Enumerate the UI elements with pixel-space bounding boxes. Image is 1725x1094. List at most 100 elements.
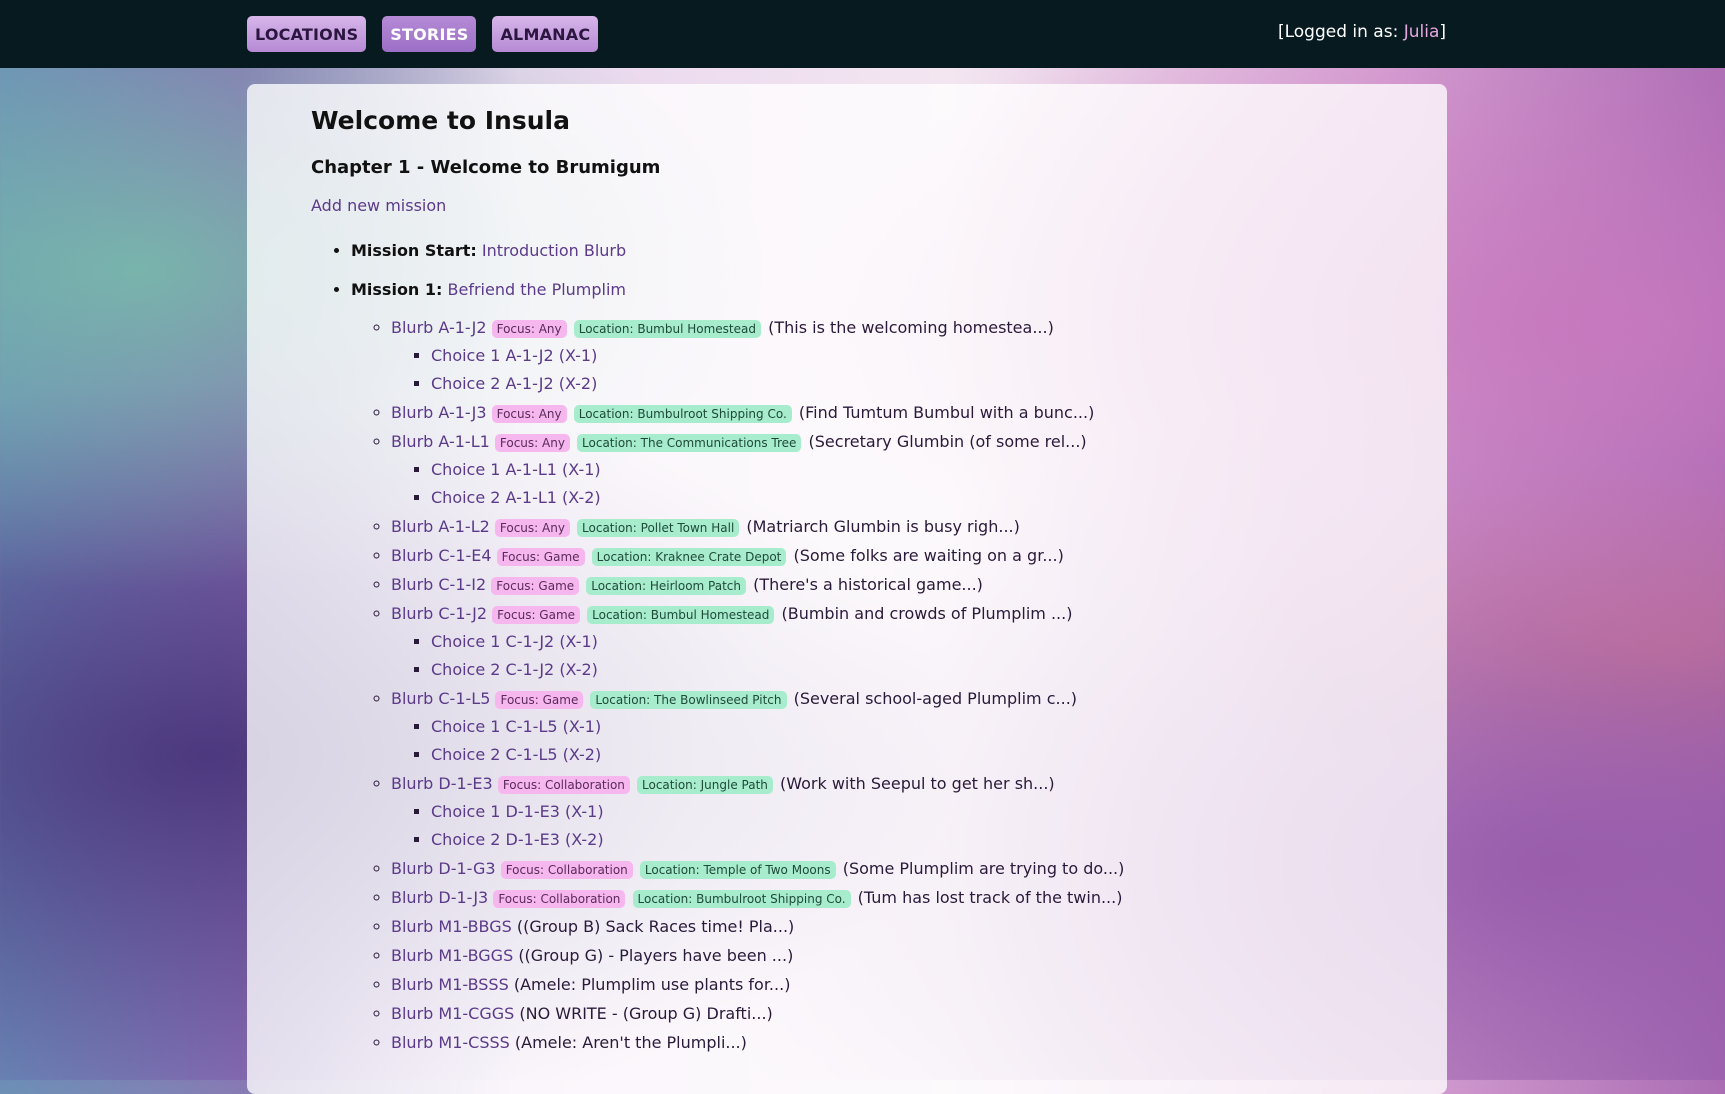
choice-list: Choice 1 D-1-E3 (X-1) Choice 2 D-1-E3 (X-… [391, 798, 1411, 854]
blurb-link[interactable]: Blurb D-1-G3 [391, 859, 496, 878]
choice-link[interactable]: Choice 2 C-1-J2 (X-2) [431, 660, 598, 679]
focus-tag: Focus: Game [491, 576, 580, 595]
choice-link[interactable]: Choice 2 A-1-J2 (X-2) [431, 374, 597, 393]
mission-label: Mission 1: [351, 280, 443, 299]
location-tag: Location: Bumbulroot Shipping Co. [632, 889, 851, 908]
blurb-item: Blurb M1-BBGS ((Group B) Sack Races time… [391, 912, 1411, 941]
blurb-link[interactable]: Blurb A-1-L2 [391, 517, 490, 536]
blurb-link[interactable]: Blurb C-1-L5 [391, 689, 490, 708]
choice-link[interactable]: Choice 2 D-1-E3 (X-2) [431, 830, 604, 849]
focus-tag: Focus: Any [491, 404, 567, 423]
location-tag: Location: Jungle Path [637, 775, 773, 794]
mission-link[interactable]: Introduction Blurb [482, 241, 626, 260]
blurb-item: Blurb M1-BGGS ((Group G) - Players have … [391, 941, 1411, 970]
blurb-summary: (Amele: Aren't the Plumpli...) [514, 1033, 747, 1052]
add-new-mission-link[interactable]: Add new mission [311, 196, 446, 215]
blurb-link[interactable]: Blurb M1-CSSS [391, 1033, 510, 1052]
blurb-link[interactable]: Blurb C-1-I2 [391, 575, 486, 594]
focus-tag: Focus: Collaboration [497, 775, 630, 794]
blurb-link[interactable]: Blurb D-1-J3 [391, 888, 488, 907]
focus-tag: Focus: Any [491, 319, 567, 338]
blurb-item: Blurb M1-BSSS (Amele: Plumplim use plant… [391, 970, 1411, 999]
blurb-summary: (Some Plumplim are trying to do...) [842, 859, 1125, 878]
blurb-summary: (Some folks are waiting on a gr...) [793, 546, 1064, 565]
choice-item: Choice 2 D-1-E3 (X-2) [431, 826, 1411, 854]
blurb-item: Blurb M1-CSSS (Amele: Aren't the Plumpli… [391, 1028, 1411, 1057]
blurb-summary: (Secretary Glumbin (of some rel...) [808, 432, 1087, 451]
blurb-summary: (Several school-aged Plumplim c...) [793, 689, 1078, 708]
blurb-link[interactable]: Blurb M1-BGGS [391, 946, 513, 965]
focus-tag: Focus: Any [494, 433, 570, 452]
blurb-item: Blurb A-1-J3 Focus: Any Location: Bumbul… [391, 398, 1411, 427]
blurb-item: Blurb D-1-G3 Focus: Collaboration Locati… [391, 854, 1411, 883]
location-tag: Location: Bumbul Homestead [573, 319, 761, 338]
choice-list: Choice 1 A-1-J2 (X-1) Choice 2 A-1-J2 (X-… [391, 342, 1411, 398]
nav-stories-button[interactable]: STORIES [382, 16, 477, 52]
choice-item: Choice 2 C-1-J2 (X-2) [431, 656, 1411, 684]
choice-list: Choice 1 C-1-L5 (X-1) Choice 2 C-1-L5 (X-… [391, 713, 1411, 769]
blurb-link[interactable]: Blurb A-1-L1 [391, 432, 490, 451]
content-panel: Welcome to Insula Chapter 1 - Welcome to… [247, 84, 1447, 1094]
location-tag: Location: Kraknee Crate Depot [591, 547, 787, 566]
login-prefix: [Logged in as: [1277, 22, 1404, 42]
choice-link[interactable]: Choice 2 C-1-L5 (X-2) [431, 745, 601, 764]
choice-item: Choice 1 A-1-J2 (X-1) [431, 342, 1411, 370]
choice-list: Choice 1 A-1-L1 (X-1) Choice 2 A-1-L1 (X-… [391, 456, 1411, 512]
blurb-summary: (Bumbin and crowds of Plumplim ...) [781, 604, 1073, 623]
login-user-link[interactable]: Julia [1404, 22, 1440, 42]
blurb-summary: (Find Tumtum Bumbul with a bunc...) [798, 403, 1095, 422]
blurb-summary: (NO WRITE - (Group G) Drafti...) [519, 1004, 773, 1023]
location-tag: Location: Temple of Two Moons [639, 860, 836, 879]
blurb-item: Blurb A-1-L2 Focus: Any Location: Pollet… [391, 512, 1411, 541]
location-tag: Location: Heirloom Patch [586, 576, 746, 595]
blurb-summary: (Tum has lost track of the twin...) [857, 888, 1123, 907]
blurb-link[interactable]: Blurb C-1-E4 [391, 546, 492, 565]
mission-link[interactable]: Befriend the Plumplim [448, 280, 627, 299]
blurb-item: Blurb A-1-J2 Focus: Any Location: Bumbul… [391, 313, 1411, 398]
blurb-summary: (There's a historical game...) [753, 575, 983, 594]
choice-item: Choice 2 A-1-J2 (X-2) [431, 370, 1411, 398]
blurb-link[interactable]: Blurb D-1-E3 [391, 774, 493, 793]
blurb-item: Blurb C-1-I2 Focus: Game Location: Heirl… [391, 570, 1411, 599]
top-navigation-bar: LOCATIONS STORIES ALMANAC [Logged in as:… [0, 0, 1725, 68]
focus-tag: Focus: Game [492, 605, 581, 624]
nav-locations-button[interactable]: LOCATIONS [247, 16, 367, 52]
blurb-summary: ((Group B) Sack Races time! Pla...) [516, 917, 795, 936]
blurb-item: Blurb M1-CGGS (NO WRITE - (Group G) Draf… [391, 999, 1411, 1028]
login-suffix: ] [1439, 22, 1446, 42]
blurb-list: Blurb A-1-J2 Focus: Any Location: Bumbul… [351, 313, 1411, 1057]
mission-list: Mission Start: Introduction Blurb Missio… [311, 241, 1411, 1057]
choice-item: Choice 1 C-1-L5 (X-1) [431, 713, 1411, 741]
blurb-summary: ((Group G) - Players have been ...) [518, 946, 794, 965]
content-area: Welcome to Insula Chapter 1 - Welcome to… [311, 106, 1411, 1057]
choice-item: Choice 1 C-1-J2 (X-1) [431, 628, 1411, 656]
blurb-item: Blurb D-1-J3 Focus: Collaboration Locati… [391, 883, 1411, 912]
choice-link[interactable]: Choice 1 A-1-J2 (X-1) [431, 346, 597, 365]
blurb-link[interactable]: Blurb A-1-J2 [391, 318, 487, 337]
mission-item: Mission Start: Introduction Blurb [351, 241, 1411, 260]
blurb-summary: (Work with Seepul to get her sh...) [779, 774, 1055, 793]
blurb-link[interactable]: Blurb M1-BBGS [391, 917, 512, 936]
location-tag: Location: The Communications Tree [577, 433, 802, 452]
choice-list: Choice 1 C-1-J2 (X-1) Choice 2 C-1-J2 (X-… [391, 628, 1411, 684]
choice-link[interactable]: Choice 2 A-1-L1 (X-2) [431, 488, 601, 507]
nav-almanac-button[interactable]: ALMANAC [492, 16, 599, 52]
choice-item: Choice 1 A-1-L1 (X-1) [431, 456, 1411, 484]
location-tag: Location: Pollet Town Hall [577, 518, 740, 537]
mission-label: Mission Start: [351, 241, 477, 260]
focus-tag: Focus: Game [495, 690, 584, 709]
choice-link[interactable]: Choice 1 C-1-L5 (X-1) [431, 717, 601, 736]
blurb-link[interactable]: Blurb A-1-J3 [391, 403, 487, 422]
location-tag: Location: Bumbulroot Shipping Co. [573, 404, 792, 423]
choice-link[interactable]: Choice 1 C-1-J2 (X-1) [431, 632, 598, 651]
blurb-link[interactable]: Blurb M1-BSSS [391, 975, 509, 994]
chapter-title: Chapter 1 - Welcome to Brumigum [311, 157, 661, 178]
blurb-link[interactable]: Blurb C-1-J2 [391, 604, 487, 623]
focus-tag: Focus: Collaboration [493, 889, 626, 908]
choice-item: Choice 1 D-1-E3 (X-1) [431, 798, 1411, 826]
blurb-link[interactable]: Blurb M1-CGGS [391, 1004, 514, 1023]
focus-tag: Focus: Collaboration [500, 860, 633, 879]
choice-item: Choice 2 C-1-L5 (X-2) [431, 741, 1411, 769]
choice-link[interactable]: Choice 1 A-1-L1 (X-1) [431, 460, 601, 479]
choice-link[interactable]: Choice 1 D-1-E3 (X-1) [431, 802, 604, 821]
